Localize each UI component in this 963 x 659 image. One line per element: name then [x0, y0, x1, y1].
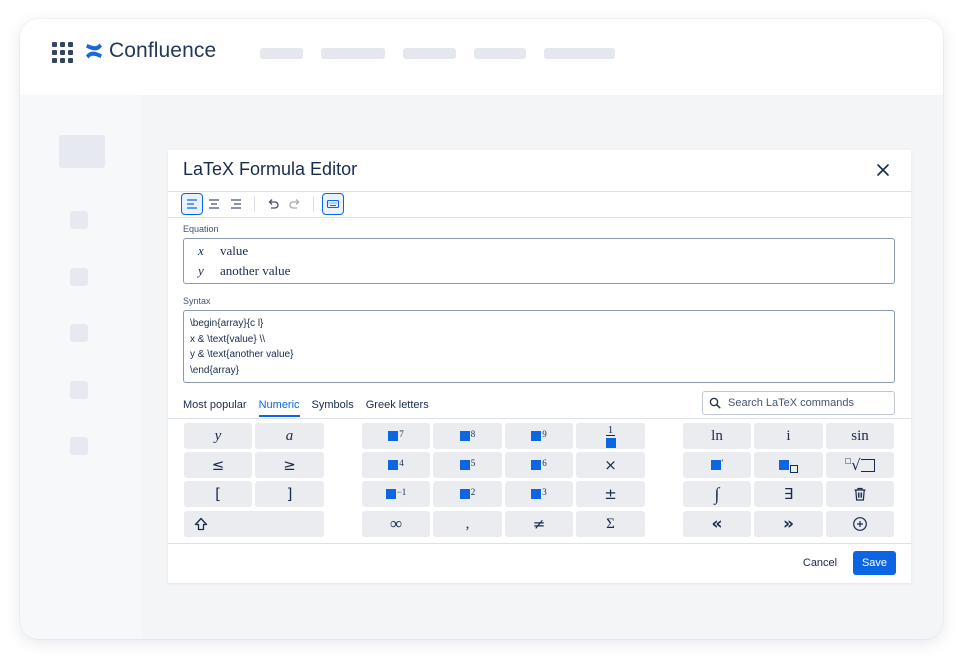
key-exists[interactable]: ∃ — [754, 481, 823, 507]
sidebar-item-placeholder[interactable] — [70, 381, 88, 399]
tab-numeric[interactable]: Numeric — [259, 399, 300, 417]
key-close-bracket[interactable]: ] — [255, 481, 324, 507]
sidebar-header-placeholder — [59, 135, 105, 168]
divider — [168, 217, 911, 218]
add-key[interactable] — [826, 511, 894, 537]
align-center-button[interactable] — [204, 194, 224, 214]
nav-item-placeholder[interactable] — [403, 48, 456, 59]
save-button[interactable]: Save — [853, 551, 896, 575]
key-power-9[interactable]: 9 — [505, 423, 573, 449]
key-not-equal[interactable]: ≠ — [505, 511, 573, 537]
equation-row: yanother value — [198, 263, 290, 279]
nav-item-placeholder[interactable] — [474, 48, 526, 59]
key-move-right[interactable]: » — [754, 511, 823, 537]
key-times[interactable]: × — [576, 452, 645, 478]
toolbar-separator — [254, 196, 255, 212]
key-open-bracket[interactable]: [ — [184, 481, 252, 507]
syntax-line: \begin{array}{c l} — [190, 316, 888, 332]
divider — [168, 543, 911, 544]
syntax-line: y & \text{another value} — [190, 347, 888, 363]
redo-button[interactable] — [285, 194, 305, 214]
app-switcher-icon[interactable] — [52, 42, 73, 63]
key-integral[interactable]: ∫ — [683, 481, 751, 507]
align-right-icon — [229, 197, 243, 211]
equation-label: Equation — [183, 224, 219, 234]
key-comma[interactable]: , — [433, 511, 502, 537]
sidebar-item-placeholder[interactable] — [70, 211, 88, 229]
key-move-left[interactable]: « — [683, 511, 751, 537]
keyboard-icon — [326, 197, 340, 211]
key-power-5[interactable]: 5 — [433, 452, 502, 478]
top-navigation: Confluence — [20, 19, 943, 95]
key-sum[interactable]: Σ — [576, 511, 645, 537]
divider — [168, 191, 911, 192]
nav-item-placeholder[interactable] — [544, 48, 615, 59]
tab-most-popular[interactable]: Most popular — [183, 399, 247, 417]
key-power-7[interactable]: 7 — [362, 423, 430, 449]
key-plus-minus[interactable]: ± — [576, 481, 645, 507]
align-center-icon — [207, 197, 221, 211]
dialog-title: LaTeX Formula Editor — [183, 159, 357, 180]
redo-icon — [288, 197, 302, 211]
search-icon — [709, 397, 721, 409]
app-name: Confluence — [109, 39, 216, 63]
key-imaginary-i[interactable]: i — [754, 423, 823, 449]
equation-preview: xvalue yanother value — [183, 238, 895, 284]
key-fraction[interactable]: 1 — [576, 423, 645, 449]
key-variable-a[interactable]: a — [255, 423, 324, 449]
syntax-line: \end{array} — [190, 363, 888, 379]
tab-greek-letters[interactable]: Greek letters — [366, 399, 429, 417]
nav-item-placeholder[interactable] — [321, 48, 385, 59]
cancel-button[interactable]: Cancel — [796, 551, 844, 575]
tab-symbols[interactable]: Symbols — [312, 399, 354, 417]
sidebar — [20, 95, 141, 639]
syntax-editor[interactable]: \begin{array}{c l} x & \text{value} \\ y… — [183, 310, 895, 383]
shift-icon — [194, 517, 208, 531]
key-infinity[interactable]: ∞ — [362, 511, 430, 537]
confluence-logo[interactable]: Confluence — [84, 39, 216, 63]
keypad-tabs: Most popular Numeric Symbols Greek lette… — [183, 399, 441, 417]
sidebar-item-placeholder[interactable] — [70, 268, 88, 286]
key-greater-equal[interactable]: ≥ — [255, 452, 324, 478]
key-less-equal[interactable]: ≤ — [184, 452, 252, 478]
equation-row: xvalue — [198, 243, 248, 259]
search-placeholder: Search LaTeX commands — [728, 397, 854, 409]
key-sin[interactable]: sin — [826, 423, 894, 449]
shift-key[interactable] — [184, 511, 324, 537]
undo-icon — [266, 197, 280, 211]
undo-button[interactable] — [263, 194, 283, 214]
keyboard-toggle-button[interactable] — [323, 194, 343, 214]
key-nth-root[interactable]: √ — [826, 452, 894, 478]
plus-circle-icon — [852, 516, 868, 532]
key-power-4[interactable]: 4 — [362, 452, 430, 478]
key-power-6[interactable]: 6 — [505, 452, 573, 478]
key-ln[interactable]: ln — [683, 423, 751, 449]
key-power-3[interactable]: 3 — [505, 481, 573, 507]
align-right-button[interactable] — [226, 194, 246, 214]
key-power-8[interactable]: 8 — [433, 423, 502, 449]
align-left-icon — [185, 197, 199, 211]
sidebar-item-placeholder[interactable] — [70, 437, 88, 455]
sidebar-item-placeholder[interactable] — [70, 324, 88, 342]
align-left-button[interactable] — [182, 194, 202, 214]
confluence-logo-icon — [84, 41, 104, 61]
delete-key[interactable] — [826, 481, 894, 507]
key-prime[interactable]: ′ — [683, 452, 751, 478]
close-icon[interactable] — [874, 161, 892, 179]
key-variable-y[interactable]: y — [184, 423, 252, 449]
divider — [168, 418, 911, 419]
toolbar-separator — [313, 196, 314, 212]
nav-item-placeholder[interactable] — [260, 48, 303, 59]
key-power-2[interactable]: 2 — [433, 481, 502, 507]
syntax-label: Syntax — [183, 296, 211, 306]
syntax-line: x & \text{value} \\ — [190, 332, 888, 348]
latex-editor-dialog: LaTeX Formula Editor — [168, 150, 911, 583]
search-latex-commands[interactable]: Search LaTeX commands — [702, 391, 895, 415]
trash-icon — [852, 486, 868, 502]
key-power-minus-1[interactable]: −1 — [362, 481, 430, 507]
key-subscript[interactable] — [754, 452, 823, 478]
